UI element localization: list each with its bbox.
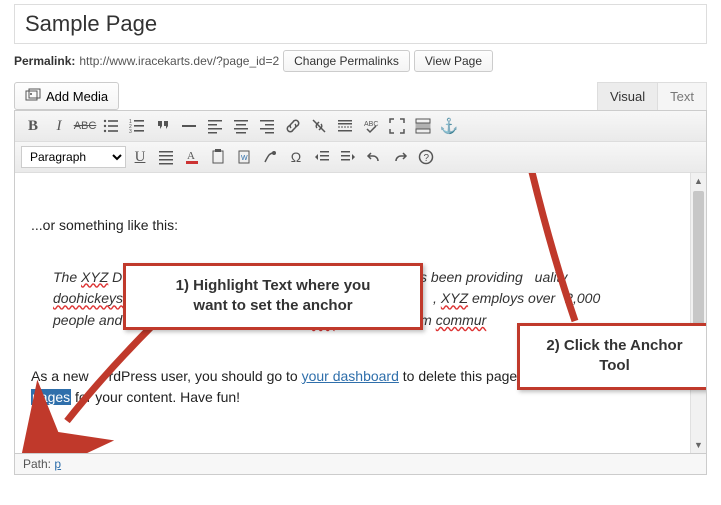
highlighted-text: pages <box>31 389 71 405</box>
add-media-label: Add Media <box>46 89 108 104</box>
undo-button[interactable] <box>362 146 386 168</box>
paste-text-button[interactable] <box>206 146 230 168</box>
anchor-icon: ⚓ <box>440 117 459 135</box>
toolbar-row-2: Paragraph U A W Ω ? <box>15 142 706 173</box>
italic-button[interactable]: I <box>47 115 71 137</box>
format-select[interactable]: Paragraph <box>21 146 126 168</box>
paste-word-button[interactable]: W <box>232 146 256 168</box>
align-center-button[interactable] <box>229 115 253 137</box>
unlink-button[interactable] <box>307 115 331 137</box>
text-color-button[interactable]: A <box>180 146 204 168</box>
svg-text:W: W <box>241 155 248 162</box>
bold-button[interactable]: B <box>21 115 45 137</box>
svg-text:3: 3 <box>129 129 132 134</box>
blockquote-button[interactable] <box>151 115 175 137</box>
svg-text:A: A <box>187 150 195 162</box>
dashboard-link[interactable]: your dashboard <box>302 368 399 384</box>
annotation-step-2: 2) Click the Anchor Tool <box>517 323 706 390</box>
toolbar-row-1: B I ABC 123 ABC ⚓ <box>15 111 706 142</box>
align-justify-button[interactable] <box>154 146 178 168</box>
redo-button[interactable] <box>388 146 412 168</box>
svg-text:ABC: ABC <box>364 121 378 128</box>
outdent-button[interactable] <box>310 146 334 168</box>
underline-button[interactable]: U <box>128 146 152 168</box>
help-button[interactable]: ? <box>414 146 438 168</box>
hr-button[interactable] <box>177 115 201 137</box>
svg-text:?: ? <box>424 153 430 164</box>
align-right-button[interactable] <box>255 115 279 137</box>
kitchen-sink-button[interactable] <box>411 115 435 137</box>
change-permalinks-button[interactable]: Change Permalinks <box>283 50 410 72</box>
intro-text: ...or something like this: <box>31 215 690 237</box>
view-page-button[interactable]: View Page <box>414 50 493 72</box>
special-char-button[interactable]: Ω <box>284 146 308 168</box>
clear-formatting-button[interactable] <box>258 146 282 168</box>
permalink-label: Permalink: <box>14 54 75 68</box>
editor-content[interactable]: ...or something like this: The XYZ Das b… <box>15 173 706 453</box>
indent-button[interactable] <box>336 146 360 168</box>
spellcheck-button[interactable]: ABC <box>359 115 383 137</box>
anchor-button[interactable]: ⚓ <box>437 115 461 137</box>
tab-text[interactable]: Text <box>658 82 707 110</box>
more-button[interactable] <box>333 115 357 137</box>
link-button[interactable] <box>281 115 305 137</box>
page-title-input[interactable]: Sample Page <box>14 4 707 44</box>
scroll-down-icon[interactable]: ▼ <box>691 437 706 453</box>
annotation-step-1: 1) Highlight Text where youwant to set t… <box>123 263 423 330</box>
path-bar: Path: p <box>14 454 707 475</box>
tab-visual[interactable]: Visual <box>597 82 658 110</box>
align-left-button[interactable] <box>203 115 227 137</box>
path-value[interactable]: p <box>54 457 61 471</box>
strikethrough-button[interactable]: ABC <box>73 115 97 137</box>
unordered-list-button[interactable] <box>99 115 123 137</box>
page-title: Sample Page <box>25 11 696 37</box>
ordered-list-button[interactable]: 123 <box>125 115 149 137</box>
scroll-up-icon[interactable]: ▲ <box>691 173 706 189</box>
fullscreen-button[interactable] <box>385 115 409 137</box>
editor-scrollbar[interactable]: ▲ ▼ <box>690 173 706 453</box>
media-icon <box>25 88 41 104</box>
permalink-url: http://www.iracekarts.dev/?page_id=2 <box>79 54 279 68</box>
scroll-thumb[interactable] <box>693 191 704 341</box>
permalink-row: Permalink: http://www.iracekarts.dev/?pa… <box>14 50 707 72</box>
add-media-button[interactable]: Add Media <box>14 82 119 110</box>
editor-tabs: Visual Text <box>597 82 707 110</box>
